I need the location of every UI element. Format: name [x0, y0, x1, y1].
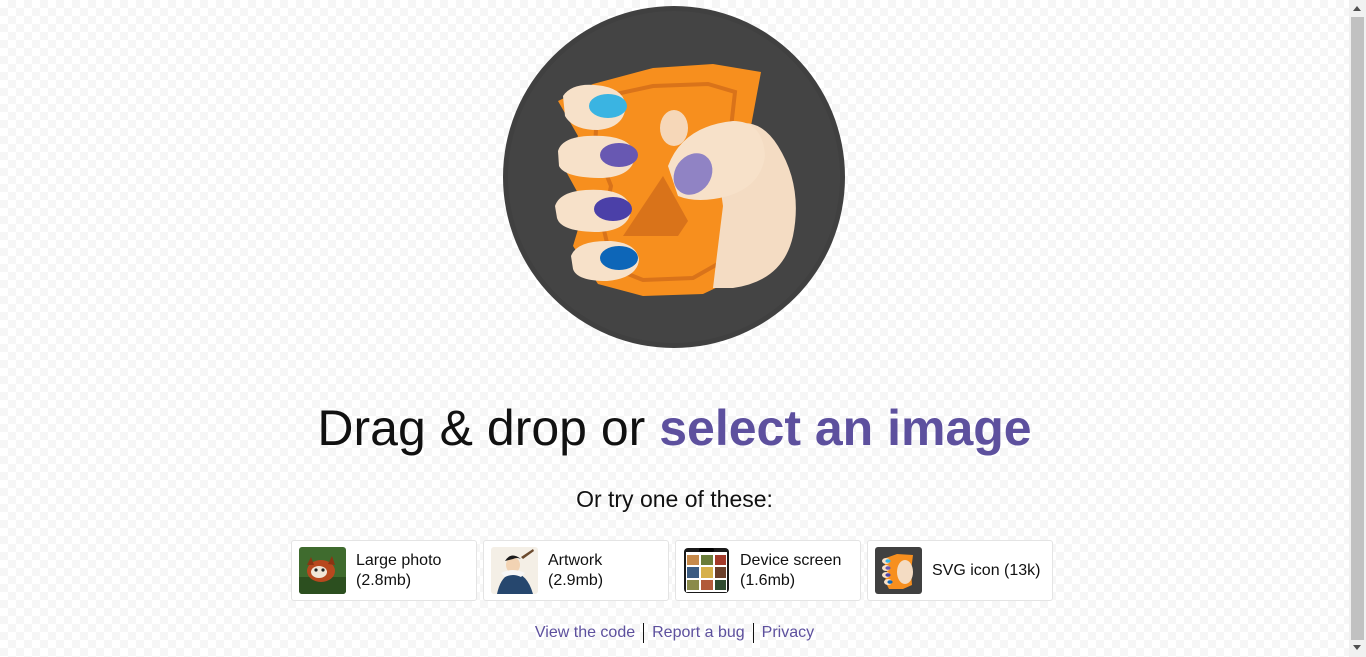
headline-prefix: Drag & drop or	[317, 400, 660, 456]
svg-icon-thumbnail	[875, 547, 922, 594]
select-image-link[interactable]: select an image	[659, 400, 1031, 456]
demo-artwork-label: Artwork (2.9mb)	[548, 551, 604, 589]
privacy-link[interactable]: Privacy	[754, 624, 822, 641]
page-title: Drag & drop or select an image	[0, 398, 1349, 458]
scroll-up-arrow-icon[interactable]	[1353, 6, 1361, 11]
demo-svg-icon-button[interactable]: SVG icon (13k)	[867, 540, 1053, 601]
report-bug-link[interactable]: Report a bug	[644, 624, 753, 641]
demo-device-screen-label: Device screen (1.6mb)	[740, 551, 842, 589]
scrollbar-thumb[interactable]	[1351, 17, 1364, 640]
view-code-link[interactable]: View the code	[527, 624, 643, 641]
squoosh-logo	[503, 6, 845, 348]
red-panda-photo-thumbnail	[299, 547, 346, 594]
demo-large-photo-label: Large photo (2.8mb)	[356, 551, 442, 589]
demo-large-photo-button[interactable]: Large photo (2.8mb)	[291, 540, 477, 601]
demo-list: Large photo (2.8mb) Artwork (2.9mb) Devi…	[291, 540, 1053, 601]
hand-squeezing-image-icon	[503, 6, 845, 348]
page: Drag & drop or select an image Or try on…	[0, 0, 1349, 657]
artwork-thumbnail	[491, 547, 538, 594]
footer-links: View the code Report a bug Privacy	[0, 622, 1349, 644]
demo-prompt: Or try one of these:	[576, 486, 773, 512]
device-screen-thumbnail	[683, 547, 730, 594]
demo-svg-icon-label: SVG icon (13k)	[932, 561, 1041, 579]
demo-device-screen-button[interactable]: Device screen (1.6mb)	[675, 540, 861, 601]
vertical-scrollbar[interactable]	[1349, 0, 1366, 657]
demo-artwork-button[interactable]: Artwork (2.9mb)	[483, 540, 669, 601]
scroll-down-arrow-icon[interactable]	[1353, 645, 1361, 650]
